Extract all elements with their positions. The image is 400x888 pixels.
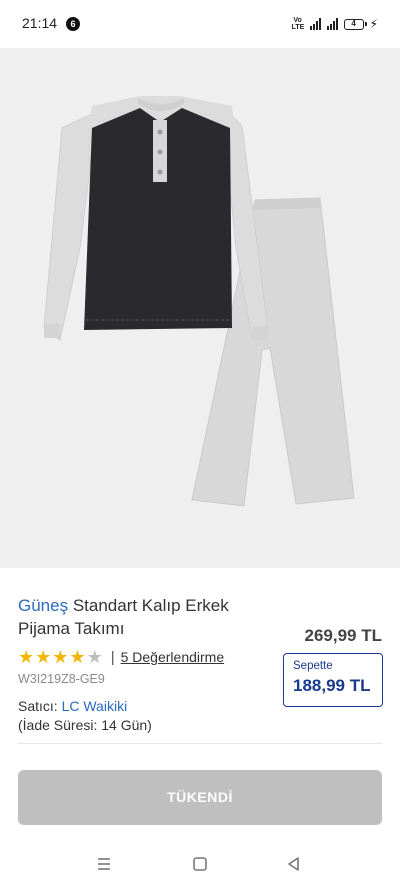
notification-count-badge: 6 <box>66 17 80 31</box>
product-image[interactable] <box>0 48 400 568</box>
basket-price: 188,99 TL <box>293 676 371 695</box>
menu-icon[interactable] <box>92 854 116 874</box>
product-sku: W3I219Z8-GE9 <box>18 672 105 686</box>
status-time: 21:14 <box>22 15 58 31</box>
sold-out-button[interactable]: TÜKENDİ <box>18 770 382 825</box>
status-icons: Vo LTE 4 ⚡ <box>292 16 378 32</box>
brand-link[interactable]: Güneş <box>18 596 68 615</box>
rating[interactable]: ★ ★ ★ ★ ★ | 5 Değerlendirme <box>18 648 224 666</box>
product-title: Güneş Standart Kalıp Erkek Pijama Takımı <box>18 594 278 640</box>
charging-icon: ⚡ <box>369 17 378 31</box>
pajama-set-illustration <box>43 96 355 507</box>
system-navigation-bar <box>0 840 400 888</box>
battery-icon: 4 <box>343 18 367 30</box>
seller-link[interactable]: LC Waikiki <box>62 698 128 714</box>
square-home-icon[interactable] <box>188 854 212 874</box>
signal-icon <box>309 18 321 30</box>
volte-label: Vo LTE <box>291 17 305 31</box>
triangle-back-icon[interactable] <box>282 854 306 874</box>
rating-stars: ★ ★ ★ ★ ★ <box>18 648 103 666</box>
return-period: (İade Süresi: 14 Gün) <box>18 717 152 733</box>
star-icon-filled: ★ <box>69 647 86 667</box>
seller-label: Satıcı: <box>18 698 58 714</box>
star-icon-empty: ★ <box>86 647 103 667</box>
divider <box>18 743 382 744</box>
signal-icon-2 <box>326 18 338 30</box>
star-icon-filled: ★ <box>52 647 69 667</box>
star-icon-filled: ★ <box>18 647 35 667</box>
status-bar: 21:14 6 Vo LTE 4 ⚡ <box>0 0 400 48</box>
basket-price-label: Sepette <box>293 660 333 672</box>
reviews-link[interactable]: 5 Değerlendirme <box>121 649 225 665</box>
rating-separator: | <box>110 648 115 666</box>
product-info: Güneş Standart Kalıp Erkek Pijama Takımı… <box>0 568 400 840</box>
basket-price-box: Sepette 188,99 TL <box>283 653 383 707</box>
product-price: 269,99 TL <box>304 626 383 645</box>
seller-info: Satıcı: LC Waikiki <box>18 698 127 714</box>
star-icon-filled: ★ <box>35 647 52 667</box>
